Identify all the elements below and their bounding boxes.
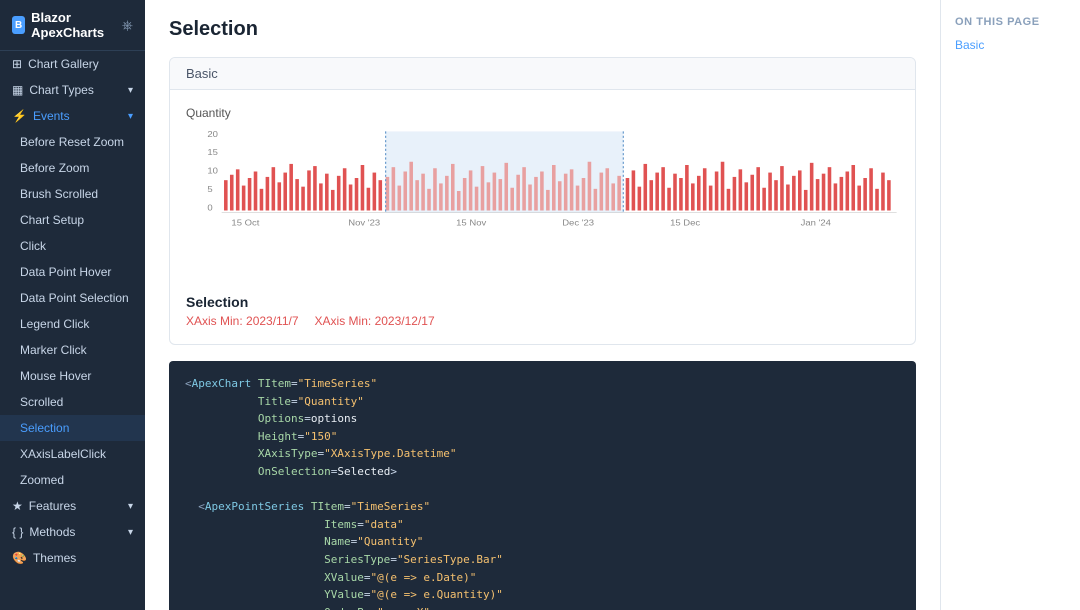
sidebar-item-data-point-selection[interactable]: Data Point Selection [0,285,145,311]
page-content: Selection Basic Quantity 20 15 10 5 0 [145,0,940,610]
bars-left [224,164,382,211]
sidebar-label: Marker Click [20,343,87,357]
selection-values: XAxis Min: 2023/11/7 XAxis Min: 2023/12/… [186,314,899,328]
sidebar-item-mouse-hover[interactable]: Mouse Hover [0,363,145,389]
basic-card: Basic Quantity 20 15 10 5 0 [169,57,916,345]
sidebar-item-before-reset-zoom[interactable]: Before Reset Zoom [0,129,145,155]
sidebar-label: XAxisLabelClick [20,447,106,461]
sidebar-label: Themes [33,551,76,565]
right-sidebar: ON THIS PAGE Basic [940,0,1080,610]
bolt-icon: ⚡ [12,109,27,123]
selection-section: Selection XAxis Min: 2023/11/7 XAxis Min… [186,294,899,328]
content-area: Selection Basic Quantity 20 15 10 5 0 [145,0,1080,610]
chevron-icon: ▾ [128,111,133,122]
sidebar-label: Brush Scrolled [20,187,98,201]
sidebar-item-chart-gallery[interactable]: ⊞ Chart Gallery [0,51,145,77]
sidebar-item-methods[interactable]: { } Methods ▾ [0,519,145,545]
sidebar-item-before-zoom[interactable]: Before Zoom [0,155,145,181]
on-this-page-link-basic[interactable]: Basic [955,38,1066,52]
card-header: Basic [170,58,915,90]
sidebar-label: Chart Types [29,83,93,97]
xaxis-max-value: 2023/12/17 [375,314,435,328]
chevron-icon: ▾ [128,85,133,96]
on-this-page-title: ON THIS PAGE [955,16,1066,28]
bars-right [626,162,891,211]
sidebar-item-selection[interactable]: Selection [0,415,145,441]
chevron-icon: ▾ [128,527,133,538]
svg-text:Dec '23: Dec '23 [562,218,594,228]
page-title: Selection [169,18,916,41]
code-icon: { } [12,525,23,539]
svg-text:20: 20 [207,129,218,139]
app-title: Blazor ApexCharts [31,10,116,40]
barchart-icon: ▦ [12,83,23,97]
sidebar-item-features[interactable]: ★ Features ▾ [0,493,145,519]
star-icon: ★ [12,499,23,513]
sidebar-label: Data Point Hover [20,265,111,279]
sidebar-label: Before Zoom [20,161,89,175]
sidebar-label: Click [20,239,46,253]
svg-text:Nov '23: Nov '23 [348,218,380,228]
grid-icon: ⊞ [12,57,22,71]
sidebar-item-themes[interactable]: 🎨 Themes [0,545,145,571]
sidebar-item-zoomed[interactable]: Zoomed [0,467,145,493]
svg-text:15 Oct: 15 Oct [231,218,259,228]
sidebar-label: Scrolled [20,395,63,409]
card-body: Quantity 20 15 10 5 0 [170,90,915,344]
chevron-icon: ▾ [128,501,133,512]
sidebar-item-click[interactable]: Click [0,233,145,259]
sidebar-item-scrolled[interactable]: Scrolled [0,389,145,415]
sidebar-label: Data Point Selection [20,291,129,305]
sidebar-label: Chart Setup [20,213,84,227]
sidebar-header: B Blazor ApexCharts ⎈ [0,0,145,51]
sidebar-label: Events [33,109,70,123]
code-block-1: <ApexChart TItem="TimeSeries" Title="Qua… [169,361,916,610]
sidebar-label: Zoomed [20,473,64,487]
sidebar-label: Legend Click [20,317,89,331]
svg-text:0: 0 [207,203,212,213]
github-icon[interactable]: ⎈ [122,17,133,34]
logo-icon: B [12,16,25,34]
sidebar-item-chart-setup[interactable]: Chart Setup [0,207,145,233]
svg-text:10: 10 [207,166,218,176]
main: Selection Basic Quantity 20 15 10 5 0 [145,0,1080,610]
xaxis-min-value: 2023/11/7 [246,314,299,328]
sidebar-label: Selection [20,421,69,435]
sidebar: B Blazor ApexCharts ⎈ ⊞ Chart Gallery ▦ … [0,0,145,610]
sidebar-label: Mouse Hover [20,369,91,383]
sidebar-label: Chart Gallery [28,57,99,71]
xaxis-min: XAxis Min: 2023/11/7 [186,314,299,328]
sidebar-item-xaxis-label-click[interactable]: XAxisLabelClick [0,441,145,467]
sidebar-label: Features [29,499,76,513]
sidebar-item-data-point-hover[interactable]: Data Point Hover [0,259,145,285]
sidebar-item-events[interactable]: ⚡ Events ▾ [0,103,145,129]
svg-text:15 Nov: 15 Nov [456,218,487,228]
sidebar-label: Methods [29,525,75,539]
sidebar-label: Before Reset Zoom [20,135,124,149]
svg-text:5: 5 [207,184,212,194]
selection-heading: Selection [186,294,899,310]
sidebar-item-legend-click[interactable]: Legend Click [0,311,145,337]
chart-container: 20 15 10 5 0 [186,126,899,286]
xaxis-max: XAxis Min: 2023/12/17 [315,314,435,328]
svg-text:15: 15 [207,148,218,158]
chart-title: Quantity [186,106,899,120]
sidebar-item-chart-types[interactable]: ▦ Chart Types ▾ [0,77,145,103]
svg-text:Jan '24: Jan '24 [801,218,831,228]
palette-icon: 🎨 [12,551,27,565]
chart-svg: 20 15 10 5 0 [186,126,899,256]
svg-text:15 Dec: 15 Dec [670,218,701,228]
sidebar-item-brush-scrolled[interactable]: Brush Scrolled [0,181,145,207]
sidebar-item-marker-click[interactable]: Marker Click [0,337,145,363]
